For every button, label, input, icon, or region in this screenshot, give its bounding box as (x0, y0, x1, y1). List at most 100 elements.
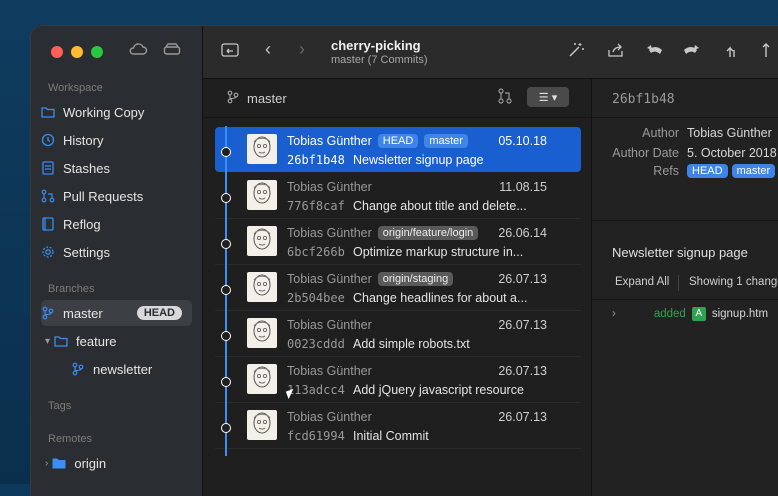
expand-all-button[interactable]: Expand All (615, 276, 669, 288)
sidebar-item-label: Reflog (63, 216, 101, 232)
commit-author: Tobias Günther origin/staging (287, 272, 454, 286)
branch-action-icon[interactable] (725, 42, 739, 62)
sidebar-item-label: Working Copy (63, 104, 145, 120)
repo-title: cherry-picking (331, 38, 421, 53)
workspace-section-label: Workspace (48, 82, 103, 94)
author-name: Tobias Günther (287, 318, 372, 332)
commit-hash: 0023cddd (287, 337, 345, 351)
push-icon[interactable] (681, 42, 701, 62)
commit-graph-node (221, 331, 231, 341)
commit-message: Add simple robots.txt (353, 337, 470, 351)
commit-row[interactable]: Tobias Günther HEAD master 05.10.18 26bf1b48… (215, 127, 581, 172)
file-name: signup.htm (711, 308, 769, 320)
commit-row[interactable]: Tobias Günther 11.08.15 776f8caf Change abo… (215, 173, 581, 219)
sidebar-item-stashes[interactable]: Stashes (41, 155, 192, 181)
forward-button[interactable]: › (299, 39, 305, 60)
branch-icon (41, 306, 55, 320)
branches-section-label: Branches (48, 283, 95, 295)
commit-message: Newsletter signup page (353, 153, 484, 167)
ref-tag: HEAD (687, 164, 728, 178)
commit-row[interactable]: Tobias Günther origin/staging 26.07.13 2b50… (215, 265, 581, 311)
sidebar-remote-origin[interactable]: › origin (45, 450, 196, 476)
commit-graph-node (221, 147, 231, 157)
current-branch-label: master (247, 90, 287, 106)
commit-hash: 2b504bee (287, 291, 345, 305)
pull-icon[interactable] (761, 42, 771, 62)
chevron-right-icon[interactable]: › (45, 458, 48, 469)
commit-message: Optimize markup structure in... (353, 245, 524, 259)
avatar (247, 272, 277, 302)
commit-date: 05.10.18 (498, 134, 547, 148)
minimize-window-button[interactable] (71, 46, 83, 58)
chevron-right-icon[interactable]: › (612, 308, 616, 320)
author-date-label: Author Date (612, 146, 679, 160)
branch-icon (227, 90, 239, 107)
author-label: Author (642, 126, 679, 140)
commit-message: Change headlines for about a... (353, 291, 528, 305)
undo-icon[interactable] (645, 42, 665, 62)
avatar (247, 364, 277, 394)
commit-row[interactable]: Tobias Günther origin/feature/login 26.06.… (215, 219, 581, 265)
commit-row[interactable]: Tobias Günther 26.07.13 0023cddd Add simple… (215, 311, 581, 357)
close-window-button[interactable] (51, 46, 63, 58)
commit-row[interactable]: Tobias Günther 26.07.13 fcd61994 Initial Co… (215, 403, 581, 449)
sidebar-folder-feature[interactable]: ▾ feature (45, 328, 196, 354)
commit-hash: 776f8caf (287, 199, 345, 213)
zoom-window-button[interactable] (91, 46, 103, 58)
compare-icon[interactable] (497, 88, 513, 107)
branch-icon (71, 362, 85, 376)
sidebar-item-reflog[interactable]: Reflog (41, 211, 192, 237)
commit-author: Tobias Günther (287, 180, 372, 194)
remotes-section-label: Remotes (48, 433, 93, 445)
open-repo-icon[interactable] (221, 42, 239, 62)
cloud-icon[interactable] (128, 42, 148, 60)
commit-message: Add jQuery javascript resource (353, 383, 524, 397)
commit-author: Tobias Günther (287, 410, 372, 424)
commit-author: Tobias Günther (287, 318, 372, 332)
tags-section-label: Tags (48, 400, 72, 412)
sidebar-item-label: newsletter (93, 361, 153, 377)
file-change-row[interactable]: › added A signup.htm (612, 307, 768, 321)
commit-row[interactable]: Tobias Günther 26.07.13 113adcc4 Add jQuery… (215, 357, 581, 403)
changes-count: Showing 1 change (689, 276, 778, 288)
commit-message-title: Newsletter signup page (612, 245, 748, 260)
ref-tag: master (424, 134, 468, 148)
author-name: Tobias Günther (287, 134, 372, 148)
commit-hash: 26bf1b48 (287, 153, 345, 167)
commit-graph-node (221, 377, 231, 387)
back-button[interactable]: ‹ (265, 39, 271, 60)
view-options-button[interactable]: ☰ ▾ (527, 87, 569, 107)
avatar (247, 410, 277, 440)
author-name: Tobias Günther (287, 272, 372, 286)
drive-icon[interactable] (163, 42, 181, 60)
commit-graph-node (221, 239, 231, 249)
magic-wand-icon[interactable] (567, 42, 585, 62)
author-date-value: 5. October 2018 (687, 146, 777, 160)
avatar (247, 180, 277, 210)
sidebar-item-history[interactable]: History (41, 127, 192, 153)
folder-icon (54, 334, 68, 348)
sidebar: Workspace Working Copy History Stashes P… (31, 26, 203, 496)
ref-tag: HEAD (377, 134, 419, 148)
sidebar-branch-master[interactable]: master HEAD (41, 300, 192, 326)
avatar (247, 318, 277, 348)
share-icon[interactable] (607, 42, 625, 62)
sidebar-item-settings[interactable]: Settings (41, 239, 192, 265)
head-badge: HEAD (136, 306, 182, 320)
sidebar-item-label: origin (74, 455, 107, 471)
commit-hash: fcd61994 (287, 429, 345, 443)
chevron-down-icon[interactable]: ▾ (45, 336, 50, 347)
sidebar-item-pull-requests[interactable]: Pull Requests (41, 183, 192, 209)
chevron-down-icon: ▾ (551, 91, 558, 104)
commit-graph-node (221, 423, 231, 433)
commit-date: 11.08.15 (499, 180, 547, 194)
commit-detail-panel: 26bf1b48 Author Tobias Günther Author Da… (592, 79, 778, 496)
sidebar-branch-newsletter[interactable]: newsletter (71, 356, 192, 382)
sidebar-item-working-copy[interactable]: Working Copy (41, 99, 192, 125)
author-value: Tobias Günther (687, 126, 772, 140)
commit-date: 26.07.13 (498, 272, 547, 286)
clock-icon (41, 133, 55, 147)
file-status: added (653, 308, 686, 320)
sidebar-item-label: master (63, 305, 103, 321)
sidebar-item-label: Stashes (63, 160, 110, 176)
